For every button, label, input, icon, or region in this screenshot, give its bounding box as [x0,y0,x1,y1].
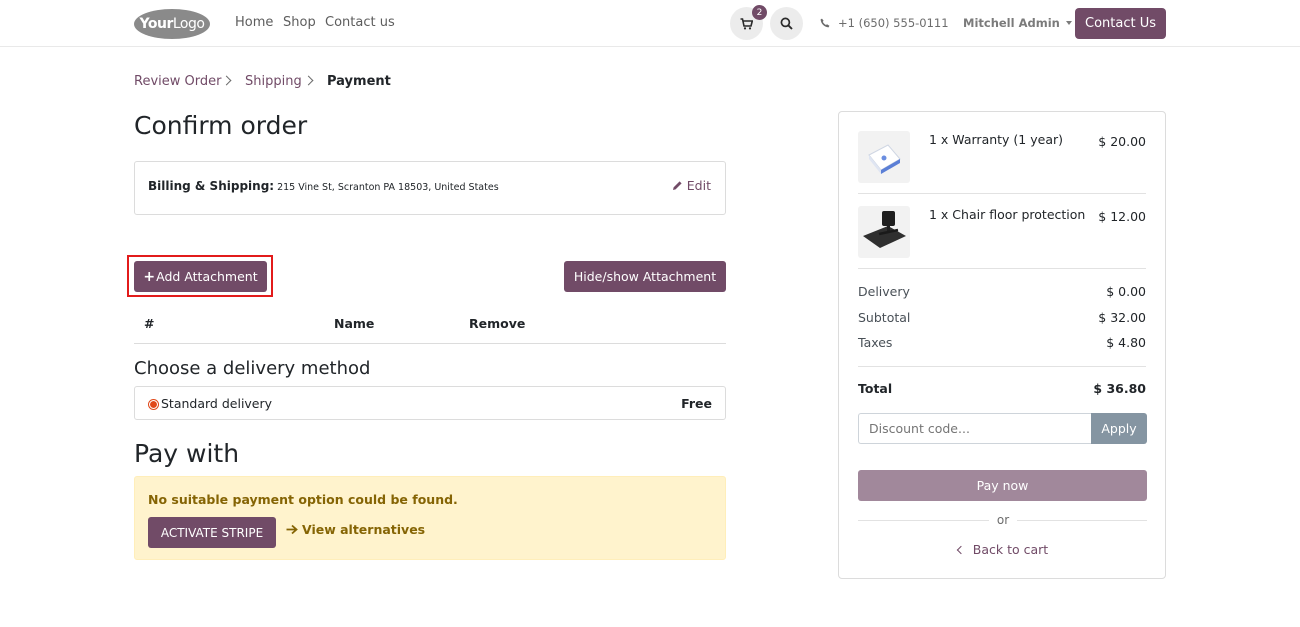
taxes-value: $ 4.80 [1106,335,1146,350]
search-icon [780,17,793,30]
total-label: Total [858,381,893,396]
divider [134,343,726,344]
or-separator-text: or [996,513,1010,527]
subtotal-value: $ 32.00 [1098,310,1146,325]
plus-icon: + [143,268,156,285]
payment-warning-text: No suitable payment option could be foun… [148,492,458,507]
chevron-right-icon [303,75,314,86]
phone-icon [820,18,830,28]
breadcrumb-shipping[interactable]: Shipping [245,74,302,89]
chair-mat-icon [863,211,906,248]
chair-mat-product-image [858,206,910,258]
taxes-label: Taxes [858,335,893,350]
logo-text-thin: Logo [172,16,205,32]
divider [858,268,1146,269]
breadcrumb-payment: Payment [327,74,391,89]
apply-discount-button[interactable]: Apply [1091,413,1147,444]
summary-item-price: $ 20.00 [1098,134,1146,149]
view-alternatives-label: View alternatives [302,522,426,537]
summary-item-name: 1 x Chair floor protection [929,207,1086,222]
divider [858,366,1146,367]
delivery-method-title: Choose a delivery method [134,358,371,379]
billing-shipping-card: Billing & Shipping: 215 Vine St, Scranton… [134,161,726,215]
cart-count-badge: 2 [752,5,767,20]
phone-contact[interactable]: +1 (650) 555-0111 [820,16,949,30]
back-to-cart-label: Back to cart [972,542,1049,557]
breadcrumb-review-order[interactable]: Review Order [134,74,221,89]
delivery-method-name: Standard delivery [161,396,273,411]
chevron-right-icon [221,75,232,86]
nav-home[interactable]: Home [235,15,273,30]
warranty-box-icon [868,144,901,174]
page-title: Confirm order [134,111,308,140]
activate-stripe-button[interactable]: ACTIVATE STRIPE [148,517,276,548]
total-value: $ 36.80 [1093,381,1146,396]
add-attachment-label: Add Attachment [156,269,258,284]
top-navbar: Your Logo Home Shop Contact us 2 +1 (650)… [0,0,1300,47]
summary-item-price: $ 12.00 [1098,209,1146,224]
delivery-value: $ 0.00 [1106,284,1146,299]
view-alternatives-link[interactable]: View alternatives [286,522,425,537]
attachment-col-name: Name [334,316,375,331]
pay-now-button[interactable]: Pay now [858,470,1147,501]
chevron-left-icon [956,545,966,555]
hide-show-attachment-button[interactable]: Hide/show Attachment [564,261,726,292]
warranty-product-image [858,131,910,183]
payment-warning-alert: No suitable payment option could be foun… [134,476,726,560]
nav-shop[interactable]: Shop [283,15,316,30]
nav-contact-us[interactable]: Contact us [325,15,395,30]
summary-item-name: 1 x Warranty (1 year) [929,132,1063,147]
site-logo[interactable]: Your Logo [134,9,210,39]
cart-icon [740,17,753,29]
delivery-method-price: Free [681,396,712,411]
chevron-down-icon [1065,21,1072,25]
back-to-cart-link[interactable]: Back to cart [839,542,1167,557]
delivery-label: Delivery [858,284,910,299]
discount-code-input[interactable] [858,413,1092,444]
logo-text-bold: Your [139,16,174,32]
delivery-option[interactable]: Standard delivery Free [134,386,726,420]
billing-label-text: Billing & Shipping: [148,179,275,193]
phone-number: +1 (650) 555-0111 [838,16,949,30]
user-menu[interactable]: Mitchell Admin [963,16,1072,30]
arrow-right-icon [286,524,298,535]
order-summary-card: 1 x Warranty (1 year) $ 20.00 1 x Chair … [838,111,1166,579]
billing-label: Billing & Shipping: 215 Vine St, Scranton… [148,179,499,193]
pencil-icon [672,181,682,190]
attachment-col-remove: Remove [469,316,526,331]
billing-address: 215 Vine St, Scranton PA 18503, United S… [277,182,499,193]
add-attachment-button[interactable]: + Add Attachment [134,261,267,292]
edit-address-link[interactable]: Edit [672,178,711,193]
pay-with-title: Pay with [134,439,240,468]
subtotal-label: Subtotal [858,310,911,325]
search-button[interactable] [770,7,803,40]
attachment-col-number: # [144,316,155,331]
contact-us-button[interactable]: Contact Us [1075,8,1166,39]
user-name: Mitchell Admin [963,16,1060,30]
delivery-radio[interactable] [148,399,159,410]
divider [858,193,1146,194]
edit-label: Edit [686,178,711,193]
